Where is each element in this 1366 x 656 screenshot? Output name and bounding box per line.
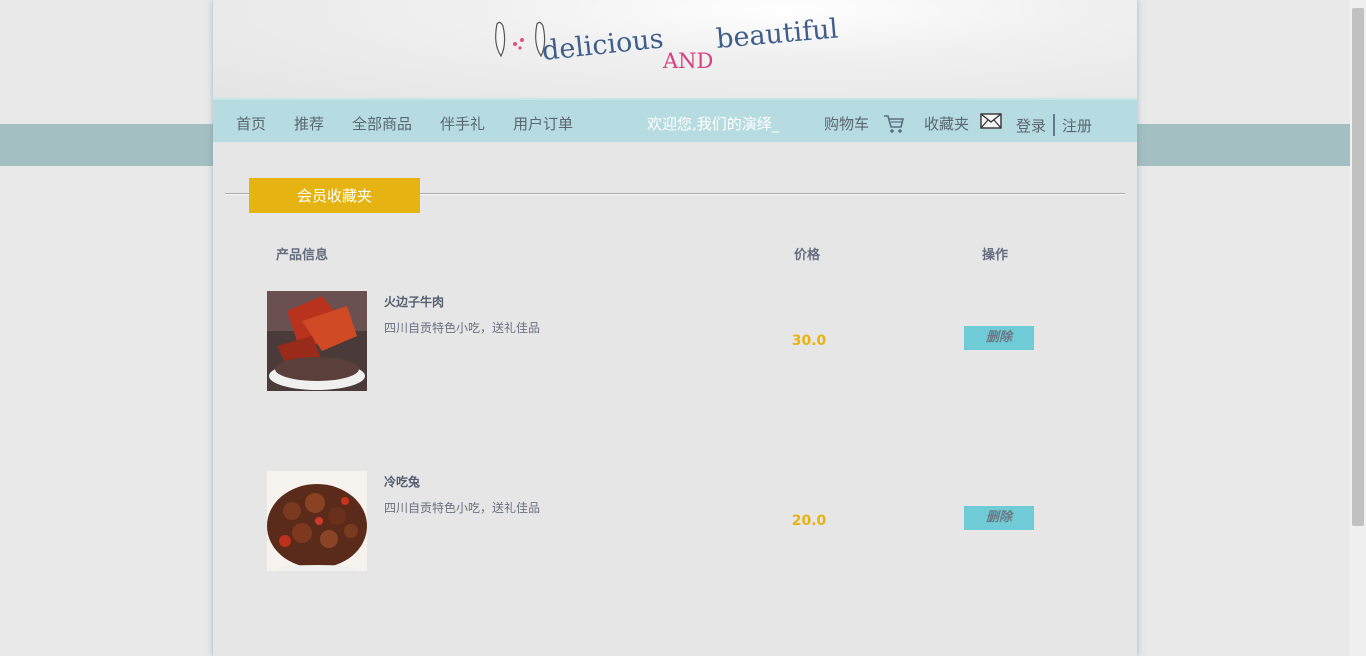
favorite-item: 冷吃兔 四川自贡特色小吃，送礼佳品 20.0 删除: [213, 471, 1137, 571]
logo-word-delicious: delicious: [540, 23, 664, 67]
cart-icon[interactable]: [883, 114, 905, 134]
nav-item-home[interactable]: 首页: [236, 115, 266, 133]
bunny-ears-icon: [495, 21, 546, 58]
product-name[interactable]: 火边子牛肉: [384, 293, 444, 310]
nav-item-gifts[interactable]: 伴手礼: [440, 115, 485, 133]
nav-divider: [1053, 114, 1055, 136]
nav-favorites-link[interactable]: 收藏夹: [924, 115, 969, 133]
envelope-icon[interactable]: [980, 113, 1002, 129]
product-description: 四川自贡特色小吃，送礼佳品: [384, 501, 541, 515]
product-image-rabbit[interactable]: [267, 471, 367, 571]
logo-word-beautiful: beautiful: [715, 14, 840, 55]
nav-item-recommend[interactable]: 推荐: [294, 115, 324, 133]
delete-button[interactable]: 删除: [964, 326, 1034, 350]
column-header-price: 价格: [794, 248, 821, 263]
section-title: 会员收藏夹: [249, 178, 420, 213]
nav-item-orders[interactable]: 用户订单: [513, 115, 573, 133]
favorite-item: 火边子牛肉 四川自贡特色小吃，送礼佳品 30.0 删除: [213, 291, 1137, 391]
site-logo[interactable]: delicious AND beautiful: [491, 14, 855, 74]
product-price: 30.0: [791, 333, 827, 349]
main-nav: 首页 推荐 全部商品 伴手礼 用户订单 欢迎您,我们的演绎_ 购物车 收藏夹 登…: [213, 98, 1137, 142]
column-header-action: 操作: [982, 248, 1009, 263]
scrollbar-thumb[interactable]: [1352, 8, 1364, 526]
product-description: 四川自贡特色小吃，送礼佳品: [384, 321, 541, 335]
product-name[interactable]: 冷吃兔: [384, 473, 420, 490]
column-header-product: 产品信息: [276, 248, 329, 263]
product-price: 20.0: [791, 513, 827, 529]
header: delicious AND beautiful: [213, 0, 1137, 98]
product-image-beef[interactable]: [267, 291, 367, 391]
vertical-scrollbar[interactable]: [1350, 0, 1366, 656]
welcome-text: 欢迎您,我们的演绎_: [647, 115, 780, 133]
logo-word-and: AND: [662, 49, 713, 73]
nav-cart-link[interactable]: 购物车: [824, 115, 869, 133]
page-container: delicious AND beautiful 首页 推荐 全部商品 伴手礼 用…: [213, 0, 1137, 656]
delete-button[interactable]: 删除: [964, 506, 1034, 530]
nav-item-all-products[interactable]: 全部商品: [352, 115, 412, 133]
nav-register-link[interactable]: 注册: [1062, 117, 1092, 135]
nav-login-link[interactable]: 登录: [1016, 117, 1046, 135]
